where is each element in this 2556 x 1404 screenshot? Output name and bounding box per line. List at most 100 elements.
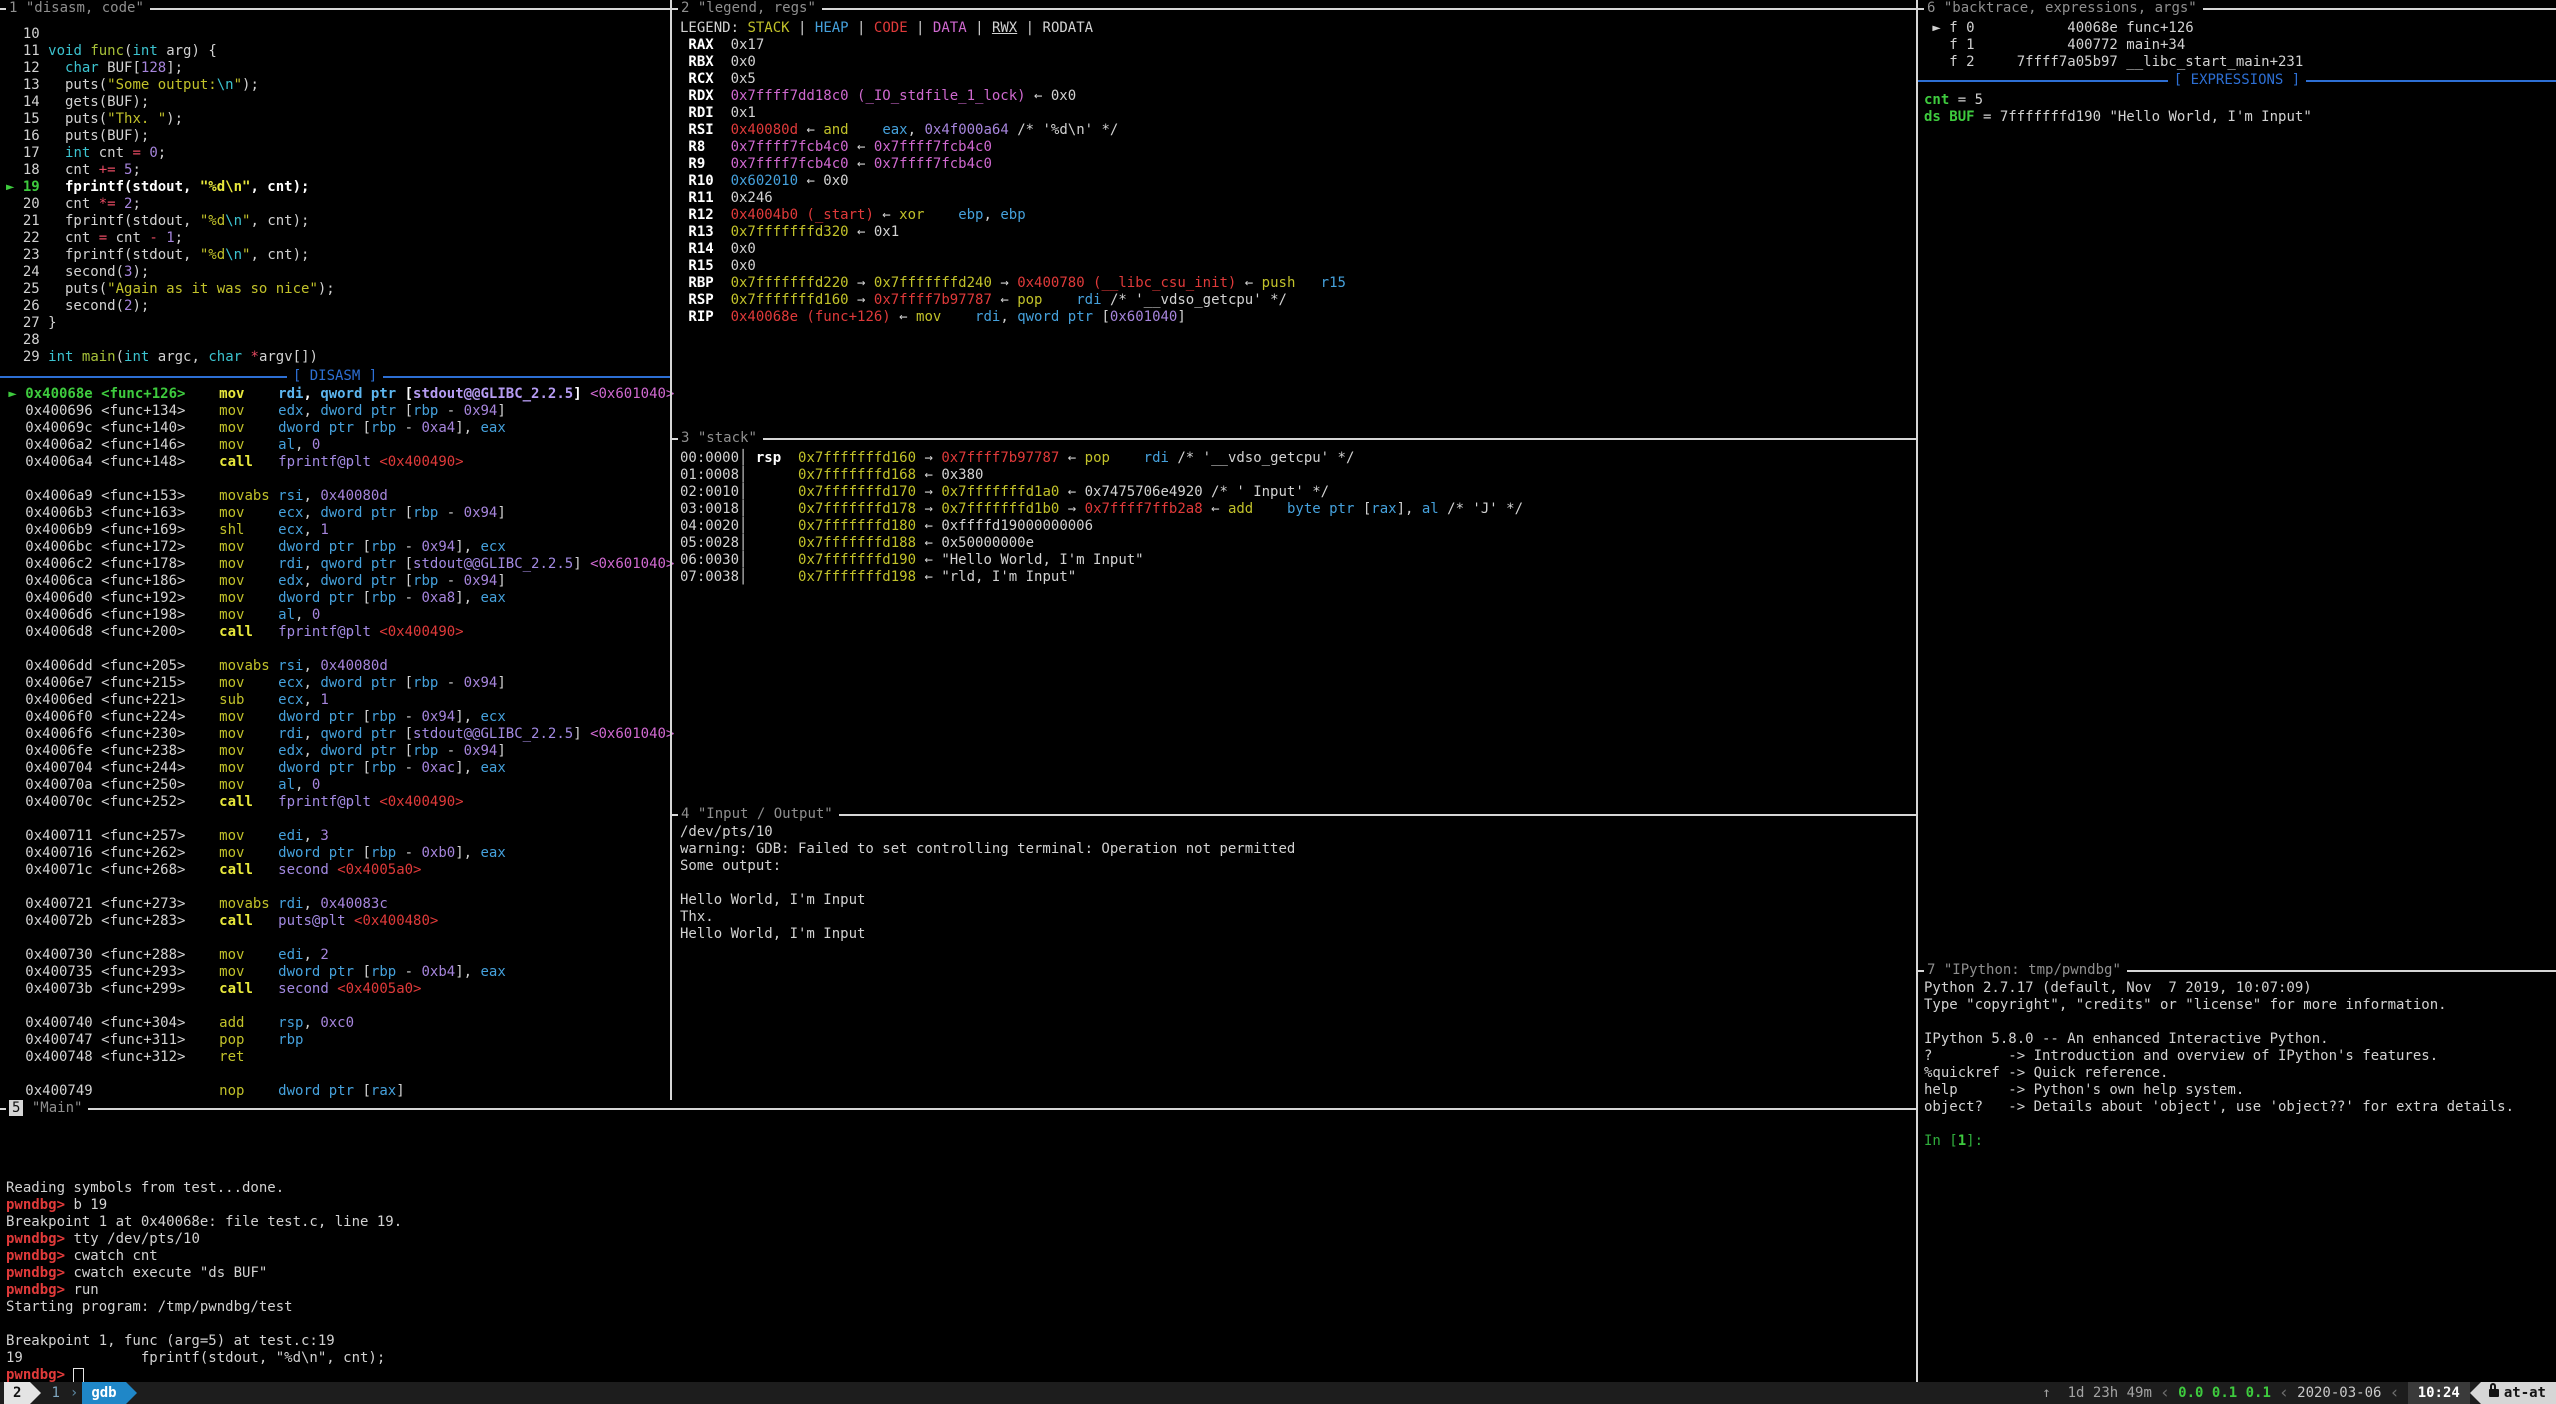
tmux-window-tab-gdb[interactable]: gdb bbox=[82, 1382, 125, 1404]
pane-border-backtrace: 6 "backtrace, expressions, args" bbox=[1918, 0, 2556, 17]
source-code-pane[interactable]: 10 11 void func(int arg) { 12 char BUF[1… bbox=[6, 26, 666, 366]
terminal-line: 29 int main(int argc, char *argv[]) bbox=[6, 349, 666, 366]
terminal-line: f 1 400772 main+34 bbox=[1924, 37, 2552, 54]
terminal-line: f 2 7ffff7a05b97 __libc_start_main+231 bbox=[1924, 54, 2552, 71]
pane-border-disasm-code: 1 "disasm, code" bbox=[0, 0, 670, 17]
terminal-line: Hello World, I'm Input bbox=[680, 926, 1910, 943]
terminal-line: 0x4006a2 <func+146> mov al, 0 bbox=[0, 437, 670, 454]
terminal-line: pwndbg> b 19 bbox=[6, 1197, 1906, 1214]
terminal-line: 0x4006dd <func+205> movabs rsi, 0x40080d bbox=[0, 658, 670, 675]
terminal-line: Some output: bbox=[680, 858, 1910, 875]
tmux-window-index[interactable]: 1 bbox=[41, 1382, 65, 1404]
terminal-line: 01:0008│ 0x7fffffffd168 ← 0x380 bbox=[680, 467, 1910, 484]
terminal-line: 10 bbox=[6, 26, 666, 43]
terminal-line: In [1]: bbox=[1924, 1133, 2552, 1150]
terminal-line bbox=[0, 811, 670, 828]
backtrace-pane[interactable]: ► f 0 40068e func+126 f 1 400772 main+34… bbox=[1924, 20, 2552, 71]
terminal-line: pwndbg> cwatch execute "ds BUF" bbox=[6, 1265, 1906, 1282]
terminal-line: Starting program: /tmp/pwndbg/test bbox=[6, 1299, 1906, 1316]
terminal-line: RIP 0x40068e (func+126) ← mov rdi, qword… bbox=[680, 309, 1910, 326]
terminal-line: pwndbg> run bbox=[6, 1282, 1906, 1299]
pane-title-text: "stack" bbox=[698, 430, 757, 446]
chevron-left-icon: ‹ bbox=[2271, 1385, 2297, 1402]
terminal-line: RSP 0x7fffffffd160 → 0x7ffff7b97787 ← po… bbox=[680, 292, 1910, 309]
pane-title-stack: 3 "stack" bbox=[678, 430, 763, 447]
registers-pane[interactable]: LEGEND: STACK | HEAP | CODE | DATA | RWX… bbox=[680, 20, 1910, 326]
terminal-line: /dev/pts/10 bbox=[680, 824, 1910, 841]
disassembly-pane[interactable]: ► 0x40068e <func+126> mov rdi, qword ptr… bbox=[0, 386, 670, 1100]
tmux-session-badge[interactable]: 2 bbox=[4, 1382, 30, 1404]
program-io-pane[interactable]: /dev/pts/10warning: GDB: Failed to set c… bbox=[680, 824, 1910, 943]
terminal-line: 0x400730 <func+288> mov edi, 2 bbox=[0, 947, 670, 964]
terminal-line: RAX 0x17 bbox=[680, 37, 1910, 54]
pane-border-ipython: 7 "IPython: tmp/pwndbg" bbox=[1918, 962, 2556, 979]
terminal-line: R12 0x4004b0 (_start) ← xor ebp, ebp bbox=[680, 207, 1910, 224]
terminal-line: 15 puts("Thx. "); bbox=[6, 111, 666, 128]
load-average: 0.0 0.1 0.1 bbox=[2178, 1385, 2271, 1402]
pane-title-text: "legend, regs" bbox=[698, 0, 816, 16]
uptime-value: 1d 23h 49m bbox=[2068, 1385, 2152, 1402]
terminal-line: Type "copyright", "credits" or "license"… bbox=[1924, 997, 2552, 1014]
terminal-line: 02:0010│ 0x7fffffffd170 → 0x7fffffffd1a0… bbox=[680, 484, 1910, 501]
expressions-separator-label: [ EXPRESSIONS ] bbox=[2168, 72, 2306, 89]
terminal-line: 00:0000│ rsp 0x7fffffffd160 → 0x7ffff7b9… bbox=[680, 450, 1910, 467]
terminal-line bbox=[6, 1112, 1906, 1129]
terminal-line: 0x40073b <func+299> call second <0x4005a… bbox=[0, 981, 670, 998]
terminal-line: RDX 0x7ffff7dd18c0 (_IO_stdfile_1_lock) … bbox=[680, 88, 1910, 105]
terminal-line bbox=[6, 1163, 1906, 1180]
powerline-arrow-icon bbox=[30, 1382, 41, 1404]
terminal-line: 18 cnt += 5; bbox=[6, 162, 666, 179]
terminal-line: 0x4006e7 <func+215> mov ecx, dword ptr [… bbox=[0, 675, 670, 692]
terminal-line: R8 0x7ffff7fcb4c0 ← 0x7ffff7fcb4c0 bbox=[680, 139, 1910, 156]
border-rule bbox=[839, 814, 1916, 816]
pane-divider-vertical-right[interactable] bbox=[1916, 0, 1918, 1382]
stack-pane[interactable]: 00:0000│ rsp 0x7fffffffd160 → 0x7ffff7b9… bbox=[680, 450, 1910, 586]
terminal-line: 20 cnt *= 2; bbox=[6, 196, 666, 213]
terminal-line: R14 0x0 bbox=[680, 241, 1910, 258]
pane-title-ipython: 7 "IPython: tmp/pwndbg" bbox=[1924, 962, 2127, 979]
terminal-line: 0x40072b <func+283> call puts@plt <0x400… bbox=[0, 913, 670, 930]
terminal-line: 0x4006a9 <func+153> movabs rsi, 0x40080d bbox=[0, 488, 670, 505]
terminal-line: RSI 0x40080d ← and eax, 0x4f000a64 /* '%… bbox=[680, 122, 1910, 139]
pane-title-text: "IPython: tmp/pwndbg" bbox=[1944, 962, 2121, 978]
ipython-pane[interactable]: Python 2.7.17 (default, Nov 7 2019, 10:0… bbox=[1924, 980, 2552, 1150]
pane-divider-vertical-left[interactable] bbox=[670, 0, 672, 1100]
terminal-line: 26 second(2); bbox=[6, 298, 666, 315]
terminal-line bbox=[6, 1316, 1906, 1333]
terminal-line bbox=[1924, 1116, 2552, 1133]
pane-number: 3 bbox=[681, 430, 689, 446]
gdb-console-pane[interactable]: Reading symbols from test...done.pwndbg>… bbox=[6, 1112, 1906, 1384]
terminal-line: %quickref -> Quick reference. bbox=[1924, 1065, 2552, 1082]
status-right: ↑ 1d 23h 49m ‹ 0.0 0.1 0.1 ‹ 2020-03-06 … bbox=[2042, 1382, 2556, 1404]
terminal-line: 19 fprintf(stdout, "%d\n", cnt); bbox=[6, 1350, 1906, 1367]
border-rule bbox=[2127, 970, 2556, 972]
separator-rule bbox=[1918, 80, 2168, 82]
terminal-line: Breakpoint 1, func (arg=5) at test.c:19 bbox=[6, 1333, 1906, 1350]
terminal-line: 0x40069c <func+140> mov dword ptr [rbp -… bbox=[0, 420, 670, 437]
terminal-line: 0x40070c <func+252> call fprintf@plt <0x… bbox=[0, 794, 670, 811]
terminal-line: 0x4006d8 <func+200> call fprintf@plt <0x… bbox=[0, 624, 670, 641]
terminal-line: ► 19 fprintf(stdout, "%d\n", cnt); bbox=[6, 179, 666, 196]
tmux-status-bar: 2 1 › gdb ↑ 1d 23h 49m ‹ 0.0 0.1 0.1 ‹ 2… bbox=[0, 1382, 2556, 1404]
pane-number: 6 bbox=[1927, 0, 1935, 16]
pane-number: 2 bbox=[681, 0, 689, 16]
status-date: 2020-03-06 bbox=[2297, 1385, 2381, 1402]
terminal-line: 0x400716 <func+262> mov dword ptr [rbp -… bbox=[0, 845, 670, 862]
pane-title-legend-regs: 2 "legend, regs" bbox=[678, 0, 822, 17]
pane-number: 1 bbox=[9, 0, 17, 16]
pane-number: 4 bbox=[681, 806, 689, 822]
pane-border-legend-regs: 2 "legend, regs" bbox=[672, 0, 1916, 17]
lock-icon bbox=[2489, 1389, 2499, 1397]
terminal-line: 0x4006a4 <func+148> call fprintf@plt <0x… bbox=[0, 454, 670, 471]
chevron-left-icon: ‹ bbox=[2381, 1385, 2407, 1402]
terminal-line bbox=[680, 875, 1910, 892]
status-clock: 10:24 bbox=[2408, 1382, 2470, 1404]
terminal-line: 13 puts("Some output:\n"); bbox=[6, 77, 666, 94]
terminal-line: 21 fprintf(stdout, "%d\n", cnt); bbox=[6, 213, 666, 230]
border-rule bbox=[150, 8, 670, 10]
terminal-line: RCX 0x5 bbox=[680, 71, 1910, 88]
expressions-pane[interactable]: cnt = 5ds BUF = 7fffffffd190 "Hello Worl… bbox=[1924, 92, 2552, 126]
terminal-line: 22 cnt = cnt - 1; bbox=[6, 230, 666, 247]
terminal-line: 0x400704 <func+244> mov dword ptr [rbp -… bbox=[0, 760, 670, 777]
terminal-line: ► f 0 40068e func+126 bbox=[1924, 20, 2552, 37]
